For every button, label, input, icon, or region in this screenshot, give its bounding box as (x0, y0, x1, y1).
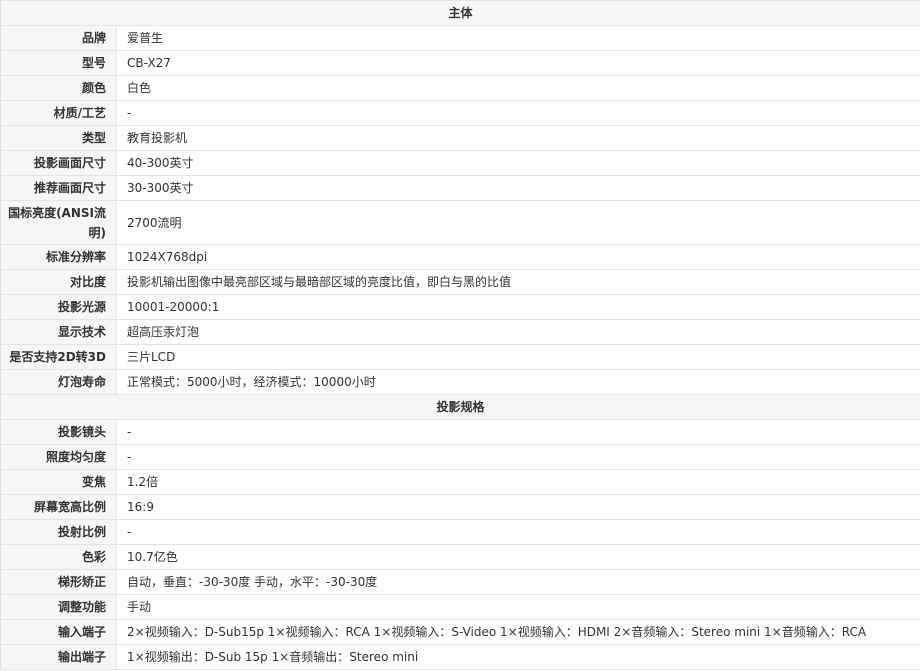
spec-value: 10001-20000:1 (115, 294, 920, 320)
spec-table: 主体 品牌 爱普生 型号 CB-X27 颜色 白色 材质/工艺 - 类型 教育投… (0, 0, 920, 670)
table-row: 型号 CB-X27 (0, 50, 920, 76)
section-header-row: 投影规格 (0, 394, 920, 420)
spec-label: 照度均匀度 (0, 444, 117, 470)
spec-value: 16:9 (115, 494, 920, 520)
spec-value: 超高压汞灯泡 (115, 319, 920, 345)
spec-label: 投影画面尺寸 (0, 150, 117, 176)
spec-label: 梯形矫正 (0, 569, 117, 595)
table-row: 标准分辨率 1024X768dpi (0, 244, 920, 270)
spec-value: 教育投影机 (115, 125, 920, 151)
section-title-main: 主体 (0, 0, 920, 26)
spec-value: - (115, 519, 920, 545)
spec-value: 爱普生 (115, 25, 920, 51)
table-row: 变焦 1.2倍 (0, 469, 920, 495)
table-row: 投影画面尺寸 40-300英寸 (0, 150, 920, 176)
spec-value: 白色 (115, 75, 920, 101)
spec-value: 投影机输出图像中最亮部区域与最暗部区域的亮度比值，即白与黑的比值 (115, 269, 920, 295)
table-row: 是否支持2D转3D 三片LCD (0, 344, 920, 370)
spec-value: 10.7亿色 (115, 544, 920, 570)
spec-value: 自动，垂直：-30-30度 手动，水平：-30-30度 (115, 569, 920, 595)
spec-value: - (115, 100, 920, 126)
spec-value: 30-300英寸 (115, 175, 920, 201)
spec-label: 是否支持2D转3D (0, 344, 117, 370)
spec-label: 品牌 (0, 25, 117, 51)
spec-label: 材质/工艺 (0, 100, 117, 126)
table-row: 灯泡寿命 正常模式：5000小时，经济模式：10000小时 (0, 369, 920, 395)
table-row: 颜色 白色 (0, 75, 920, 101)
table-row: 推荐画面尺寸 30-300英寸 (0, 175, 920, 201)
spec-label: 投射比例 (0, 519, 117, 545)
spec-label: 色彩 (0, 544, 117, 570)
spec-value: CB-X27 (115, 50, 920, 76)
spec-label: 类型 (0, 125, 117, 151)
table-row: 梯形矫正 自动，垂直：-30-30度 手动，水平：-30-30度 (0, 569, 920, 595)
table-row: 调整功能 手动 (0, 594, 920, 620)
spec-value: 40-300英寸 (115, 150, 920, 176)
table-row: 色彩 10.7亿色 (0, 544, 920, 570)
table-row: 投射比例 - (0, 519, 920, 545)
table-row: 对比度 投影机输出图像中最亮部区域与最暗部区域的亮度比值，即白与黑的比值 (0, 269, 920, 295)
table-row: 投影镜头 - (0, 419, 920, 445)
spec-label: 变焦 (0, 469, 117, 495)
spec-value: 三片LCD (115, 344, 920, 370)
spec-value: 1×视频输出：D-Sub 15p 1×音频输出：Stereo mini (115, 644, 920, 670)
spec-label: 推荐画面尺寸 (0, 175, 117, 201)
table-row: 类型 教育投影机 (0, 125, 920, 151)
spec-value: - (115, 444, 920, 470)
spec-label: 显示技术 (0, 319, 117, 345)
spec-value: 手动 (115, 594, 920, 620)
spec-label: 灯泡寿命 (0, 369, 117, 395)
spec-value: 正常模式：5000小时，经济模式：10000小时 (115, 369, 920, 395)
table-row: 输出端子 1×视频输出：D-Sub 15p 1×音频输出：Stereo mini (0, 644, 920, 670)
spec-label: 对比度 (0, 269, 117, 295)
spec-label: 国标亮度(ANSI流明) (0, 200, 117, 245)
spec-label: 屏幕宽高比例 (0, 494, 117, 520)
spec-label: 输出端子 (0, 644, 117, 670)
spec-value: 2×视频输入：D-Sub15p 1×视频输入：RCA 1×视频输入：S-Vide… (115, 619, 920, 645)
table-row: 国标亮度(ANSI流明) 2700流明 (0, 200, 920, 245)
spec-label: 型号 (0, 50, 117, 76)
table-row: 屏幕宽高比例 16:9 (0, 494, 920, 520)
spec-label: 输入端子 (0, 619, 117, 645)
section-header-row: 主体 (0, 0, 920, 26)
section-title-projection: 投影规格 (0, 394, 920, 420)
table-row: 材质/工艺 - (0, 100, 920, 126)
table-row: 投影光源 10001-20000:1 (0, 294, 920, 320)
spec-label: 投影镜头 (0, 419, 117, 445)
spec-label: 调整功能 (0, 594, 117, 620)
table-row: 照度均匀度 - (0, 444, 920, 470)
spec-value: - (115, 419, 920, 445)
spec-label: 投影光源 (0, 294, 117, 320)
spec-label: 颜色 (0, 75, 117, 101)
spec-value: 1024X768dpi (115, 244, 920, 270)
spec-label: 标准分辨率 (0, 244, 117, 270)
table-row: 显示技术 超高压汞灯泡 (0, 319, 920, 345)
table-row: 品牌 爱普生 (0, 25, 920, 51)
spec-value: 2700流明 (115, 200, 920, 245)
table-row: 输入端子 2×视频输入：D-Sub15p 1×视频输入：RCA 1×视频输入：S… (0, 619, 920, 645)
spec-value: 1.2倍 (115, 469, 920, 495)
